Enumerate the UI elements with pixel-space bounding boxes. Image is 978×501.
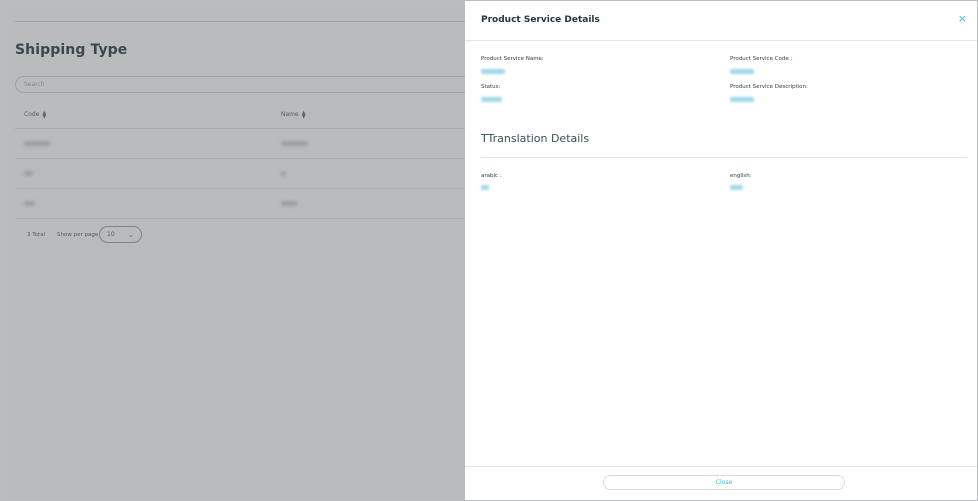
drawer-title: Product Service Details [481,15,600,25]
product-service-name-label: Product Service Name: [481,56,544,62]
product-service-description-label: Product Service Description: [730,84,808,90]
drawer-header-divider [465,40,977,41]
details-drawer: Product Service Details × Product Servic… [465,1,977,500]
product-service-name-value [481,69,505,74]
translation-section-title: TTranslation Details [481,132,590,145]
product-service-code-value [730,69,754,74]
modal-overlay[interactable] [1,1,465,500]
close-icon[interactable]: × [958,13,967,24]
english-label: english: [730,173,752,179]
english-value [730,185,743,190]
translation-divider [481,157,967,158]
drawer-footer-divider [465,466,977,467]
status-label: Status: [481,84,501,90]
status-value [481,97,502,102]
product-service-code-label: Product Service Code : [730,56,793,62]
close-button[interactable]: Close [603,475,845,490]
arabic-label: arabic : [481,173,502,179]
arabic-value [481,185,489,190]
product-service-description-value [730,97,754,102]
